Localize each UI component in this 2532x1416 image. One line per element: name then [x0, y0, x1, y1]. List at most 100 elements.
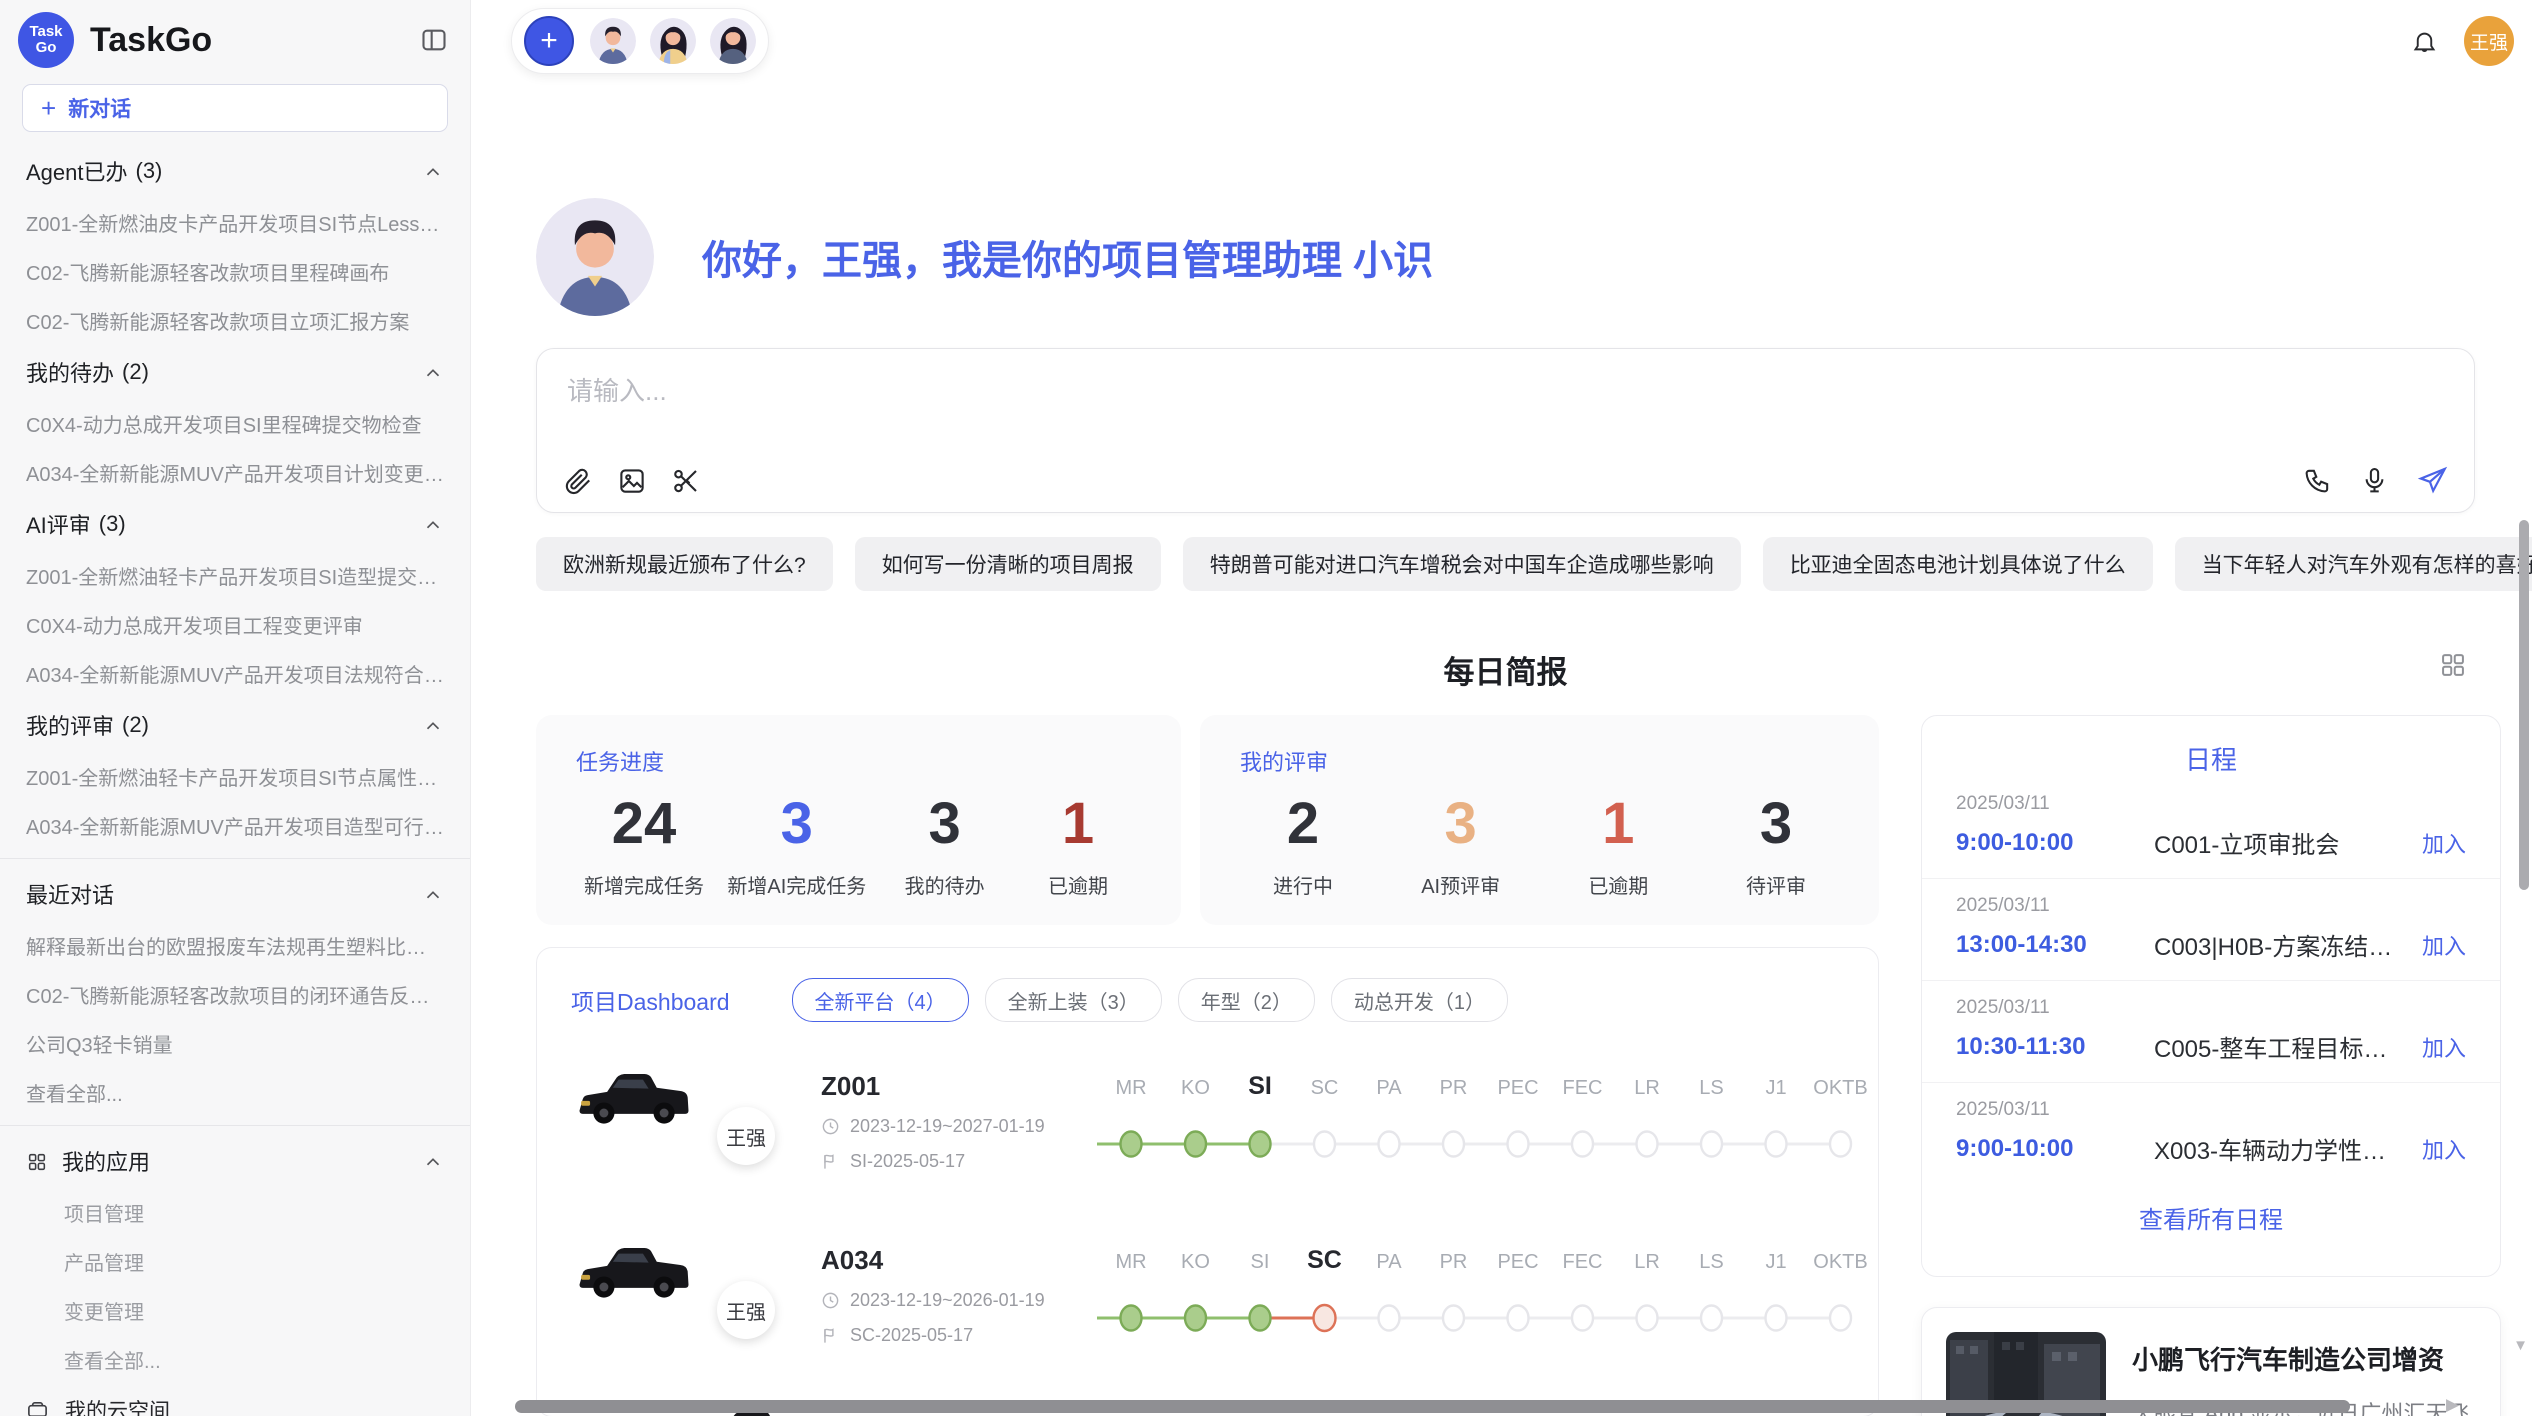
event-date: 2025/03/11 [1956, 997, 2466, 1019]
stat-label: 待评审 [1721, 870, 1831, 899]
app-sub-item[interactable]: 查看全部... [0, 1335, 470, 1384]
stat-value: 3 [1721, 791, 1831, 858]
sidebar-item[interactable]: Z001-全新燃油轻卡产品开发项目SI造型提交物评审 [0, 551, 470, 600]
member-avatar[interactable] [590, 18, 636, 64]
sidebar-item[interactable]: C0X4-动力总成开发项目工程变更评审 [0, 600, 470, 649]
recent-chat-item[interactable]: C02-飞腾新能源轻客改款项目的闭环通告反馈情况 [0, 970, 470, 1019]
svg-text:PA: PA [1376, 1251, 1402, 1273]
image-icon[interactable] [617, 466, 647, 496]
chevron-up-icon[interactable] [422, 1148, 444, 1174]
suggestion-chip[interactable]: 当下年轻人对汽车外观有怎样的喜好趋势 [2175, 537, 2532, 591]
input-tools-left [563, 466, 701, 496]
sidebar-item[interactable]: Z001-全新燃油皮卡产品开发项目SI节点Lesson Learn报告 [0, 198, 470, 247]
truck-image [573, 1063, 695, 1137]
user-avatar[interactable]: 王强 [2464, 16, 2514, 66]
dashboard-filter-chip[interactable]: 全新上装（3） [985, 978, 1162, 1022]
bell-icon[interactable] [2411, 28, 2438, 55]
add-session-button[interactable]: + [524, 16, 574, 66]
sidebar-item[interactable]: Z001-全新燃油轻卡产品开发项目SI节点属性5D文件评审 [0, 752, 470, 801]
scroll-right-arrow[interactable]: ▶ [2446, 1395, 2459, 1415]
chevron-up-icon[interactable] [422, 359, 444, 385]
horizontal-scrollbar-thumb[interactable] [515, 1400, 2350, 1413]
sidebar-section-header[interactable]: AI评审(3) [0, 497, 470, 551]
stat-label: 进行中 [1248, 870, 1358, 899]
join-link[interactable]: 加入 [2422, 1031, 2466, 1063]
sidebar-collapse-icon[interactable] [420, 26, 448, 54]
my-apps-header[interactable]: 我的应用 [0, 1134, 470, 1188]
my-cloud-space[interactable]: 我的云空间 [0, 1384, 470, 1416]
svg-text:FEC: FEC [1563, 1077, 1603, 1099]
chevron-up-icon[interactable] [422, 511, 444, 537]
suggestion-chip[interactable]: 欧洲新规最近颁布了什么? [536, 537, 833, 591]
chat-input[interactable] [565, 375, 1731, 408]
stat-label: 我的待办 [890, 870, 1000, 899]
sidebar-item[interactable]: A034-全新新能源MUV产品开发项目计划变更表编写 [0, 448, 470, 497]
sidebar-item[interactable]: C02-飞腾新能源轻客改款项目里程碑画布 [0, 247, 470, 296]
event-row: 13:00-14:30C003|H0B-方案冻结评审加入 [1956, 927, 2466, 962]
stat-item: 1已逾期 [1563, 791, 1673, 899]
event-title: C003|H0B-方案冻结评审 [2154, 927, 2408, 962]
app-sub-item[interactable]: 产品管理 [0, 1237, 470, 1286]
send-icon[interactable] [2417, 465, 2448, 496]
stat-value: 3 [727, 791, 866, 858]
member-avatar[interactable] [710, 18, 756, 64]
chevron-up-icon[interactable] [422, 158, 444, 184]
stat-value: 1 [1023, 791, 1133, 858]
recent-chat-item[interactable]: 公司Q3轻卡销量 [0, 1019, 470, 1068]
event-date: 2025/03/11 [1956, 1099, 2466, 1121]
sidebar-item[interactable]: C02-飞腾新能源轻客改款项目立项汇报方案 [0, 296, 470, 345]
schedule-event: 2025/03/119:00-10:00X003-车辆动力学性能验...加入 [1922, 1083, 2500, 1184]
app-sub-item[interactable]: 变更管理 [0, 1286, 470, 1335]
view-all-schedule-link[interactable]: 查看所有日程 [1922, 1184, 2500, 1255]
svg-text:SC: SC [1311, 1077, 1339, 1099]
sidebar-item[interactable]: A034-全新新能源MUV产品开发项目造型可行性评审 [0, 801, 470, 850]
recent-chats-header[interactable]: 最近对话 [0, 867, 470, 921]
chevron-up-icon[interactable] [422, 881, 444, 907]
sidebar-section-header[interactable]: 我的待办(2) [0, 345, 470, 399]
recent-chat-item[interactable]: 解释最新出台的欧盟报废车法规再生塑料比例被调至15%... [0, 921, 470, 970]
sidebar-item[interactable]: A034-全新新能源MUV产品开发项目法规符合性评审 [0, 649, 470, 698]
sidebar-item[interactable]: C0X4-动力总成开发项目SI里程碑提交物检查 [0, 399, 470, 448]
dashboard-header: 项目Dashboard 全新平台（4）全新上装（3）年型（2）动总开发（1） [571, 978, 1844, 1022]
scissors-icon[interactable] [671, 466, 701, 496]
member-avatar[interactable] [650, 18, 696, 64]
app-sub-item[interactable]: 项目管理 [0, 1188, 470, 1237]
svg-text:MR: MR [1115, 1077, 1146, 1099]
sidebar-section-header[interactable]: Agent已办(3) [0, 144, 470, 198]
project-milestones: MRKOSISCPAPRPECFECLRLSJ1OKTB [1089, 1058, 1879, 1185]
dashboard-filter-chip[interactable]: 年型（2） [1178, 978, 1315, 1022]
stat-item: 2进行中 [1248, 791, 1358, 899]
microphone-icon[interactable] [2360, 466, 2389, 495]
dashboard-filter-chip[interactable]: 全新平台（4） [792, 978, 969, 1022]
owner-badge: 王强 [717, 1281, 775, 1339]
suggestion-chip[interactable]: 特朗普可能对进口汽车增税会对中国车企造成哪些影响 [1183, 537, 1741, 591]
chat-input-card [536, 348, 2475, 513]
svg-text:J1: J1 [1765, 1077, 1786, 1099]
sidebar-section-header[interactable]: 我的评审(2) [0, 698, 470, 752]
layout-grid-icon[interactable] [2439, 651, 2467, 679]
suggestion-chip[interactable]: 如何写一份清晰的项目周报 [855, 537, 1161, 591]
milestone-track: MRKOSISCPAPRPECFECLRLSJ1OKTB [1089, 1058, 1879, 1180]
event-date: 2025/03/11 [1956, 793, 2466, 815]
section-title: Agent已办 [26, 155, 128, 187]
project-dates-row: 2023-12-19~2027-01-19 [821, 1116, 1089, 1137]
avatar-illustration [710, 18, 756, 64]
scroll-down-arrow[interactable]: ▼ [2513, 1337, 2528, 1354]
chevron-up-icon[interactable] [422, 712, 444, 738]
join-link[interactable]: 加入 [2422, 1133, 2466, 1165]
event-row: 9:00-10:00C001-立项审批会加入 [1956, 825, 2466, 860]
view-all-chats-link[interactable]: 查看全部... [0, 1068, 470, 1117]
dashboard-filter-chip[interactable]: 动总开发（1） [1331, 978, 1508, 1022]
join-link[interactable]: 加入 [2422, 827, 2466, 859]
phone-icon[interactable] [2303, 466, 2332, 495]
event-time: 13:00-14:30 [1956, 931, 2154, 959]
vertical-scrollbar-thumb[interactable] [2519, 520, 2529, 890]
logo-line2: Go [36, 40, 57, 57]
new-chat-button[interactable]: + 新对话 [22, 84, 448, 132]
join-link[interactable]: 加入 [2422, 929, 2466, 961]
schedule-event: 2025/03/1110:30-11:30C005-整车工程目标评审加入 [1922, 981, 2500, 1083]
paperclip-icon[interactable] [563, 466, 593, 496]
svg-text:OKTB: OKTB [1813, 1251, 1867, 1273]
project-thumbnail: 王强 [571, 1225, 821, 1365]
suggestion-chip[interactable]: 比亚迪全固态电池计划具体说了什么 [1763, 537, 2153, 591]
